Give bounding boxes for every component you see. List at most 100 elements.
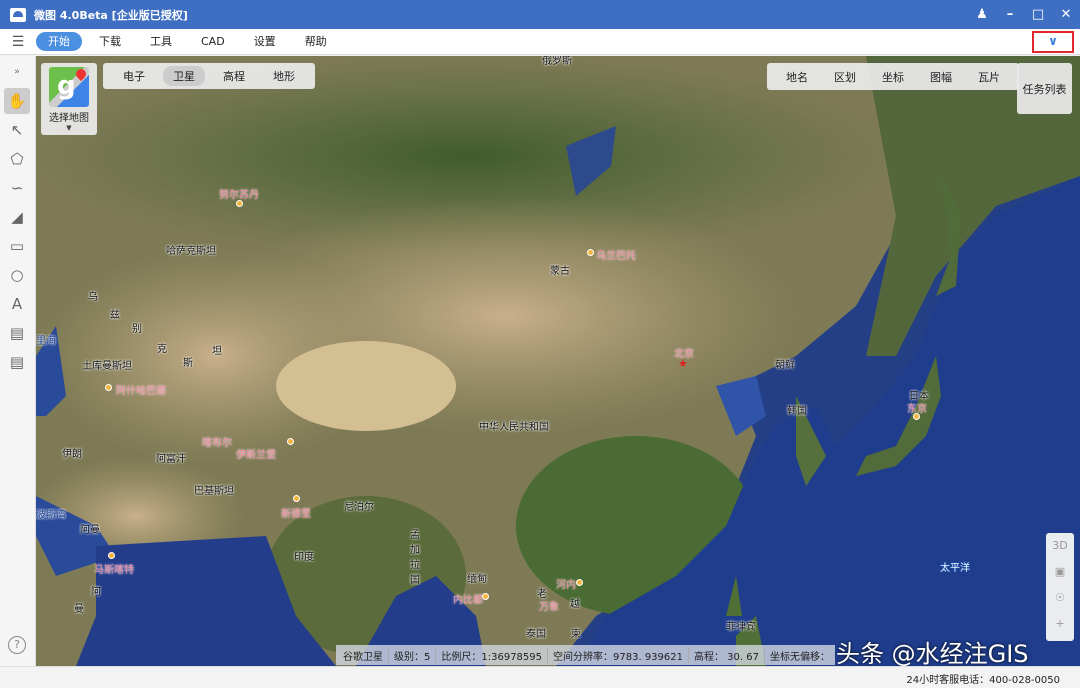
layers-icon[interactable]: ▤ xyxy=(4,349,30,375)
caret-down-icon: ▼ xyxy=(66,124,71,132)
map-label: 万象 xyxy=(539,598,559,613)
fullscreen-icon[interactable]: ▣ xyxy=(1055,559,1065,585)
map-type-elevation[interactable]: 高程 xyxy=(213,66,255,86)
map-label: 土库曼斯坦 xyxy=(82,357,132,372)
map-label: 哈萨克斯坦 xyxy=(166,242,216,257)
map-type-electronic[interactable]: 电子 xyxy=(113,66,155,86)
map-label: 波斯湾 xyxy=(36,506,66,521)
polyline-icon[interactable]: ∽ xyxy=(4,175,30,201)
double-chevron-down-icon: ∨ xyxy=(1048,34,1058,48)
menu-settings[interactable]: 设置 xyxy=(242,32,288,51)
map-label: 别 xyxy=(132,320,142,335)
google-maps-icon: g xyxy=(49,67,89,107)
ruler-icon[interactable]: ▤ xyxy=(4,320,30,346)
map-label: 蒙古 xyxy=(550,262,570,277)
map-label: 孟 xyxy=(410,526,420,541)
city-dot-icon xyxy=(105,384,112,391)
map-label: 韩国 xyxy=(787,402,807,417)
menu-cad[interactable]: CAD xyxy=(189,32,237,51)
status-elevation: 高程： 30. 67 xyxy=(688,648,764,663)
help-icon[interactable]: ? xyxy=(8,636,26,654)
expand-icon[interactable]: » xyxy=(4,59,30,85)
pan-hand-icon[interactable]: ✋ xyxy=(4,88,30,114)
select-arrow-icon[interactable]: ↖ xyxy=(4,117,30,143)
overlay-sheets[interactable]: 图幅 xyxy=(919,69,963,85)
map-label: 曼 xyxy=(74,600,84,615)
rectangle-icon[interactable]: ▭ xyxy=(4,233,30,259)
city-dot-icon xyxy=(587,249,594,256)
map-label: 新德里 xyxy=(281,505,311,520)
locate-icon[interactable]: ☉ xyxy=(1055,585,1065,611)
zoom-in-button[interactable]: + xyxy=(1055,611,1064,637)
map-label: 马斯喀特 xyxy=(94,561,134,576)
status-resolution: 空间分辨率：9783. 939621 xyxy=(547,648,688,663)
overlay-boundaries[interactable]: 区划 xyxy=(823,69,867,85)
select-map-button[interactable]: g 选择地图 ▼ xyxy=(41,63,97,135)
status-offset: 坐标无偏移： xyxy=(764,648,835,663)
overlay-toggles: 地名 区划 坐标 图幅 瓦片 xyxy=(767,63,1019,90)
city-dot-icon xyxy=(576,579,583,586)
task-list-button[interactable]: 任务列表 xyxy=(1017,63,1072,114)
map-label: 俄罗斯 xyxy=(542,56,572,67)
menu-download[interactable]: 下载 xyxy=(87,32,133,51)
close-button[interactable]: ✕ xyxy=(1052,7,1080,22)
map-label: 里海 xyxy=(36,332,56,347)
overlay-tiles[interactable]: 瓦片 xyxy=(967,69,1011,85)
menu-tools[interactable]: 工具 xyxy=(138,32,184,51)
map-label: 坦 xyxy=(212,342,222,357)
map-label: 拉 xyxy=(410,556,420,571)
map-label: 兹 xyxy=(110,306,120,321)
overlay-placenames[interactable]: 地名 xyxy=(775,69,819,85)
map-view[interactable]: 俄罗斯 哈萨克斯坦 努尔苏丹 乌 兹 别 克 斯 坦 土库曼斯坦 阿什哈巴德 里… xyxy=(36,56,1080,666)
map-label: 印度 xyxy=(294,548,314,563)
maximize-button[interactable]: □ xyxy=(1024,7,1052,22)
city-dot-icon xyxy=(913,413,920,420)
polygon-select-icon[interactable]: ⬠ xyxy=(4,146,30,172)
map-label: 乌 xyxy=(88,288,98,303)
map-label: 中华人民共和国 xyxy=(479,418,549,433)
map-label: 喀布尔 xyxy=(202,434,232,449)
city-dot-icon xyxy=(482,593,489,600)
status-source: 谷歌卫星 xyxy=(338,648,388,663)
map-label: 伊朗 xyxy=(62,445,82,460)
map-label: 阿 xyxy=(91,583,101,598)
map-label: 泰国 xyxy=(526,625,546,640)
map-label: 克 xyxy=(157,340,167,355)
map-type-satellite[interactable]: 卫星 xyxy=(163,66,205,86)
map-label: 努尔苏丹 xyxy=(219,186,259,201)
collapse-ribbon-button[interactable]: ∨ xyxy=(1032,31,1074,53)
overlay-coordinates[interactable]: 坐标 xyxy=(871,69,915,85)
map-label: 斯 xyxy=(183,354,193,369)
user-icon[interactable]: ♟ xyxy=(968,7,996,22)
menu-bar: ☰ 开始 下载 工具 CAD 设置 帮助 ∨ xyxy=(0,29,1080,55)
city-dot-icon xyxy=(236,200,243,207)
hotline-text: 24小时客服电话：400-028-0050 xyxy=(906,671,1060,686)
status-level: 级别：5 xyxy=(388,648,435,663)
menu-help[interactable]: 帮助 xyxy=(293,32,339,51)
city-dot-icon xyxy=(108,552,115,559)
map-label: 乌兰巴托 xyxy=(596,247,636,262)
map-label: 尼泊尔 xyxy=(344,498,374,513)
capital-star-icon: ★ xyxy=(678,357,688,370)
minimize-button[interactable]: – xyxy=(996,7,1024,22)
footer: 24小时客服电话：400-028-0050 xyxy=(0,666,1080,688)
map-label: 阿曼 xyxy=(80,521,100,536)
map-label: 河内 xyxy=(556,576,576,591)
circle-icon[interactable]: ○ xyxy=(4,262,30,288)
map-label: 伊斯兰堡 xyxy=(236,446,276,461)
text-icon[interactable]: A xyxy=(4,291,30,317)
map-label: 太平洋 xyxy=(940,559,970,574)
select-map-label: 选择地图 xyxy=(49,109,89,124)
left-toolbar: » ✋ ↖ ⬠ ∽ ◢ ▭ ○ A ▤ ▤ ? xyxy=(0,56,36,666)
map-label: 内比都 xyxy=(453,591,483,606)
area-icon[interactable]: ◢ xyxy=(4,204,30,230)
menu-start[interactable]: 开始 xyxy=(36,32,82,51)
3d-button[interactable]: 3D xyxy=(1052,533,1067,559)
window-title: 微图 4.0Beta [企业版已授权] xyxy=(34,7,188,23)
map-type-terrain[interactable]: 地形 xyxy=(263,66,305,86)
hamburger-menu-icon[interactable]: ☰ xyxy=(0,34,36,50)
map-label: 缅甸 xyxy=(467,570,487,585)
watermark: 头条 @水经注GIS xyxy=(836,634,1029,666)
map-label: 国 xyxy=(410,571,420,586)
map-controls: 3D ▣ ☉ + xyxy=(1046,533,1074,641)
